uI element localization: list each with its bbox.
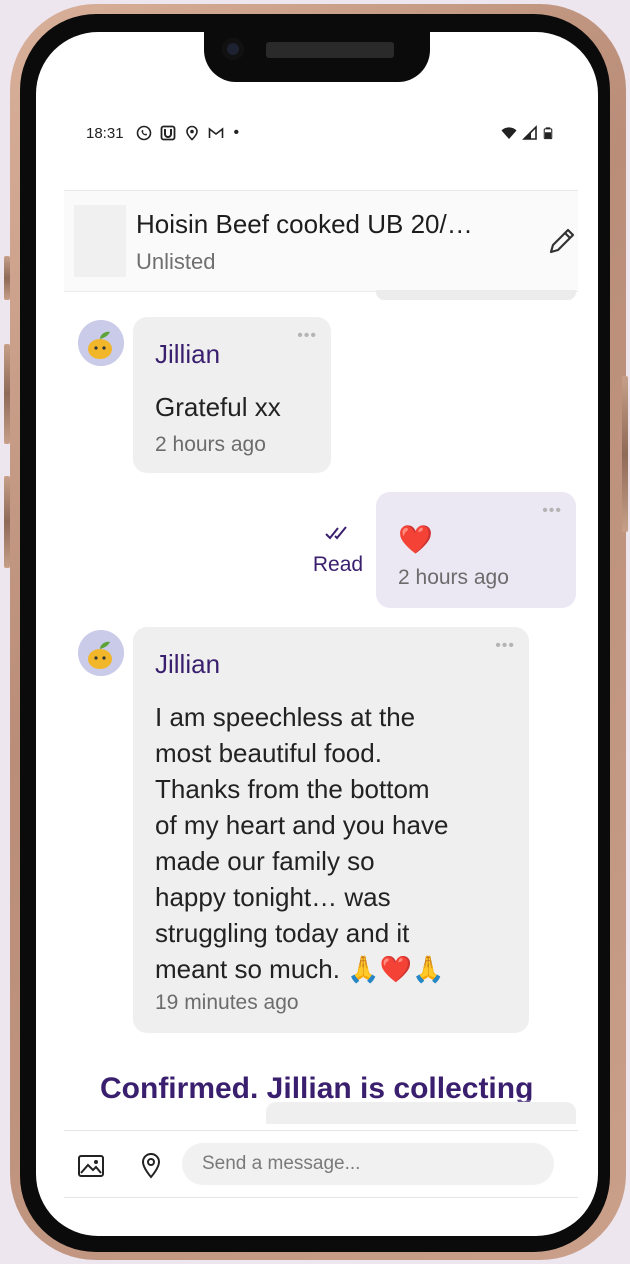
- message-line: struggling today and it: [155, 918, 410, 948]
- side-button: [4, 344, 10, 444]
- message-sender: Jillian: [155, 649, 221, 679]
- image-icon[interactable]: [76, 1151, 106, 1181]
- message-text: Grateful xx: [155, 392, 281, 422]
- u-icon: [160, 125, 175, 141]
- message-line: I am speechless at the: [155, 702, 416, 732]
- message-line: of my heart and you have: [155, 810, 449, 840]
- more-notifications-dot: •: [233, 124, 240, 141]
- more-dots-icon[interactable]: •••: [495, 637, 515, 655]
- next-message-edge: [266, 1102, 576, 1124]
- signal-icon: [522, 125, 537, 140]
- avatar[interactable]: [78, 630, 124, 676]
- pear-avatar-icon: [78, 320, 124, 366]
- message-time: 2 hours ago: [398, 566, 509, 589]
- side-button: [622, 376, 628, 532]
- notch: [204, 32, 430, 82]
- app-screen: 18:31 • Hoisin Beef cooked UB 20/… Unlis…: [36, 32, 598, 1236]
- message-line: Thanks from the bottom: [155, 774, 430, 804]
- message-composer: [64, 1130, 578, 1198]
- message-line: most beautiful food.: [155, 738, 382, 768]
- status-time: 18:31: [86, 124, 124, 142]
- location-icon[interactable]: [136, 1151, 166, 1181]
- message-time: 2 hours ago: [155, 433, 266, 456]
- more-dots-icon[interactable]: •••: [297, 327, 317, 345]
- message-text: I am speechless at the most beautiful fo…: [155, 699, 448, 987]
- listing-status: Unlisted: [136, 249, 216, 274]
- wifi-icon: [501, 127, 517, 139]
- message-time: 19 minutes ago: [155, 991, 299, 1014]
- message-sender: Jillian: [155, 339, 221, 369]
- message-line: made our family so: [155, 846, 375, 876]
- battery-icon: [543, 127, 553, 140]
- double-check-icon: [325, 526, 347, 540]
- listing-title: Hoisin Beef cooked UB 20/…: [136, 209, 473, 239]
- message-bubble-own[interactable]: ••• ❤️ 2 hours ago: [376, 492, 576, 608]
- location-pin-icon: [185, 125, 198, 141]
- edit-pencil-icon[interactable]: [544, 223, 580, 259]
- previous-message-edge: [376, 290, 576, 300]
- listing-header[interactable]: Hoisin Beef cooked UB 20/… Unlisted: [64, 190, 578, 292]
- message-line: happy tonight… was: [155, 882, 391, 912]
- message-bubble[interactable]: ••• Jillian I am speechless at the most …: [133, 627, 529, 1033]
- read-label: Read: [312, 553, 364, 576]
- read-receipt: Read: [308, 524, 368, 577]
- gmail-icon: [208, 127, 223, 138]
- camera-icon: [222, 38, 244, 60]
- pear-avatar-icon: [78, 630, 124, 676]
- avatar[interactable]: [78, 320, 124, 366]
- side-button: [4, 256, 10, 300]
- status-bar: 18:31 •: [86, 120, 554, 146]
- message-text: ❤️: [398, 524, 433, 555]
- message-bubble[interactable]: ••• Jillian Grateful xx 2 hours ago: [133, 317, 331, 473]
- more-dots-icon[interactable]: •••: [542, 502, 562, 520]
- message-input[interactable]: [182, 1143, 554, 1185]
- side-button: [4, 476, 10, 568]
- whatsapp-icon: [136, 125, 151, 141]
- listing-thumbnail[interactable]: [74, 205, 126, 277]
- message-line: meant so much. 🙏❤️🙏: [155, 954, 445, 984]
- speaker: [266, 42, 394, 58]
